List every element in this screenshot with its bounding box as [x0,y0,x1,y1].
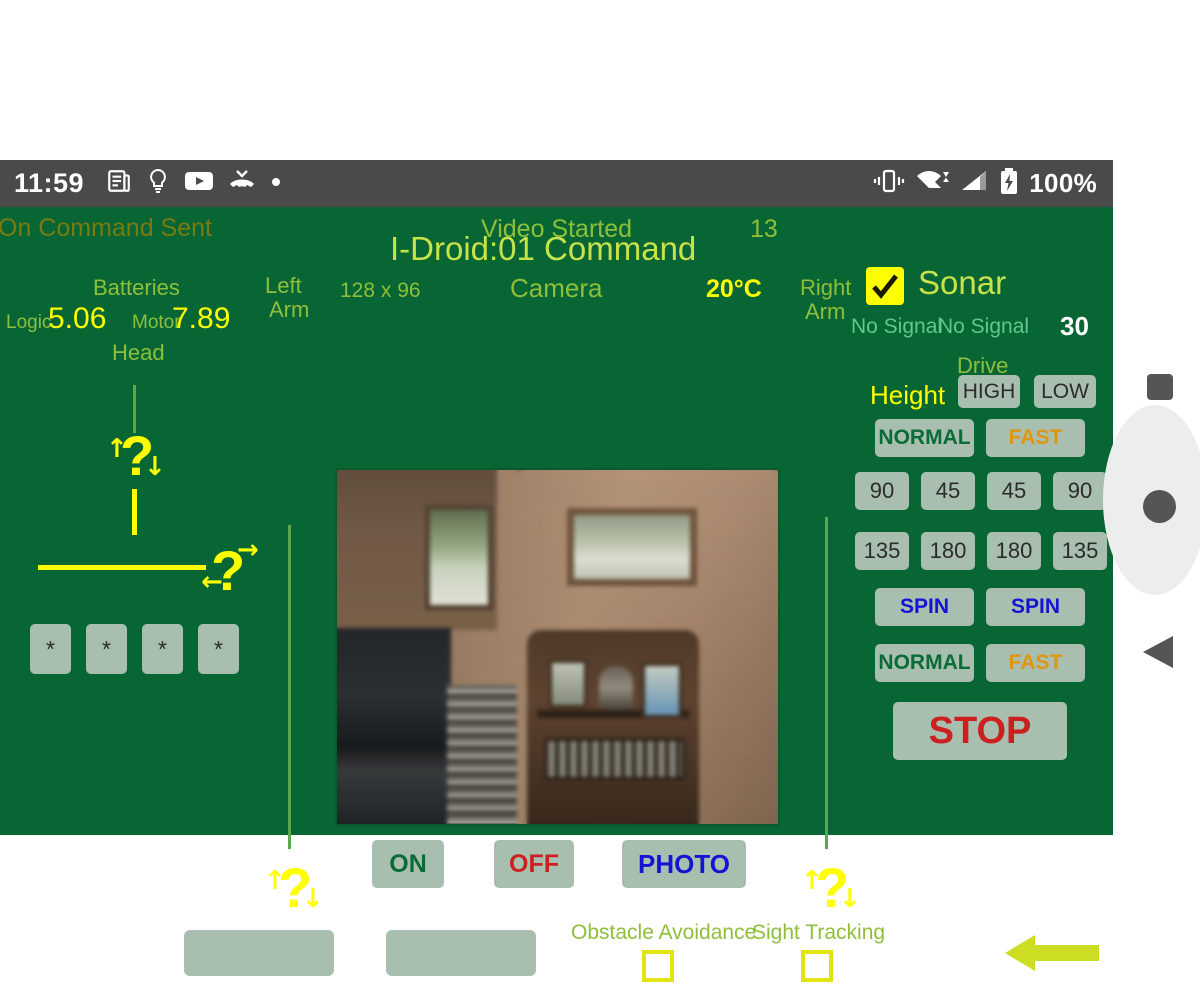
battery-icon [1000,168,1018,199]
vibrate-icon [873,168,905,199]
logic-battery-label: Logic [6,312,52,333]
spin-right-button[interactable]: SPIN [986,588,1085,626]
back-button[interactable] [1143,635,1173,669]
youtube-icon [184,170,214,197]
body-slider-knob[interactable]: → ? ← [201,537,273,599]
head-slider-fill[interactable] [132,489,137,535]
home-button[interactable] [1143,490,1176,523]
right-arm-slider-knob[interactable]: ↑ ? ↓ [795,860,865,922]
left-arm-down-arrow-icon: ↓ [302,884,324,914]
right-arm-down-arrow-icon: ↓ [839,884,861,914]
phone-screen: 11:59 100% On Command Sent Video Started… [0,160,1113,982]
back-triangle-icon [1143,636,1173,668]
camera-photo-button[interactable]: PHOTO [622,840,746,888]
drive-speed-normal-button[interactable]: NORMAL [875,644,974,682]
stop-button[interactable]: STOP [893,702,1067,760]
drive-speed-fast-button[interactable]: FAST [986,644,1085,682]
cellular-signal-icon [961,168,989,199]
sonar-right-reading: No Signal [938,315,1030,338]
check-icon [872,274,898,299]
right-arm-label-line2: Arm [805,299,846,324]
status-clock: 11:59 [14,168,85,198]
sight-tracking-checkbox[interactable] [801,950,833,982]
camera-temperature: 20°C [706,275,762,303]
star-button-4[interactable]: * [198,624,239,674]
status-notification-icons [106,168,282,199]
obstacle-avoidance-label: Obstacle Avoidance [571,921,757,944]
app-content: On Command Sent Video Started 13 I-Droid… [0,207,1113,982]
body-slider-track[interactable] [38,565,206,570]
logic-battery-value: 5.06 [48,302,107,335]
lightbulb-icon [146,168,170,199]
left-arm-label-line2: Arm [269,297,310,322]
wifi-icon [916,168,950,199]
page-title: I-Droid:01 Command [390,230,697,267]
status-system-icons: 100% [873,168,1097,199]
command-text-field-2[interactable] [386,930,536,976]
height-speed-normal-button[interactable]: NORMAL [875,419,974,457]
status-message-left: On Command Sent [0,214,212,242]
obstacle-avoidance-checkbox[interactable] [642,950,674,982]
right-arm-label-line1: Right [800,275,852,300]
angle-button-r1c3[interactable]: 45 [987,472,1041,510]
height-label: Height [870,380,946,410]
sight-tracking-label: Sight Tracking [752,921,886,944]
angle-button-r1c1[interactable]: 90 [855,472,909,510]
left-arm-slider-track[interactable] [288,525,291,849]
camera-label: Camera [510,273,603,303]
recents-button[interactable] [1147,374,1173,400]
camera-blur-overlay [337,470,778,824]
command-text-field-1[interactable] [184,930,334,976]
back-arrow-indicator [1005,932,1099,974]
head-slider-knob[interactable]: ↑ ? ↓ [100,428,170,490]
sonar-label: Sonar [918,264,1007,301]
dot-icon [270,175,282,193]
camera-off-button[interactable]: OFF [494,840,574,888]
star-button-1[interactable]: * [30,624,71,674]
left-arm-label-line1: Left [265,273,302,298]
angle-button-r1c4[interactable]: 90 [1053,472,1107,510]
body-left-arrow-icon: ← [201,567,223,597]
angle-button-r2c2[interactable]: 180 [921,532,975,570]
sonar-left-reading: No Signal [851,315,943,338]
star-button-3[interactable]: * [142,624,183,674]
camera-resolution: 128 x 96 [340,279,421,302]
angle-button-r2c3[interactable]: 180 [987,532,1041,570]
height-high-button[interactable]: HIGH [958,375,1020,408]
angle-button-r2c1[interactable]: 135 [855,532,909,570]
sonar-checkbox[interactable] [866,267,904,305]
height-speed-fast-button[interactable]: FAST [986,419,1085,457]
system-navigation-bar [1103,207,1200,835]
head-down-arrow-icon: ↓ [144,452,166,482]
head-label: Head [112,340,165,365]
status-counter: 13 [750,215,778,243]
news-icon [106,168,132,199]
star-button-2[interactable]: * [86,624,127,674]
height-low-button[interactable]: LOW [1034,375,1096,408]
battery-percentage: 100% [1029,168,1097,198]
camera-on-button[interactable]: ON [372,840,444,888]
camera-feed[interactable] [335,468,780,826]
missed-call-icon [228,169,256,198]
right-arm-slider-track[interactable] [825,517,828,849]
sonar-value: 30 [1060,311,1089,341]
batteries-heading: Batteries [93,275,180,300]
motor-battery-value: 7.89 [172,302,231,335]
spin-left-button[interactable]: SPIN [875,588,974,626]
angle-button-r2c4[interactable]: 135 [1053,532,1107,570]
angle-button-r1c2[interactable]: 45 [921,472,975,510]
status-bar: 11:59 100% [0,160,1113,207]
left-arm-slider-knob[interactable]: ↑ ? ↓ [258,860,328,922]
